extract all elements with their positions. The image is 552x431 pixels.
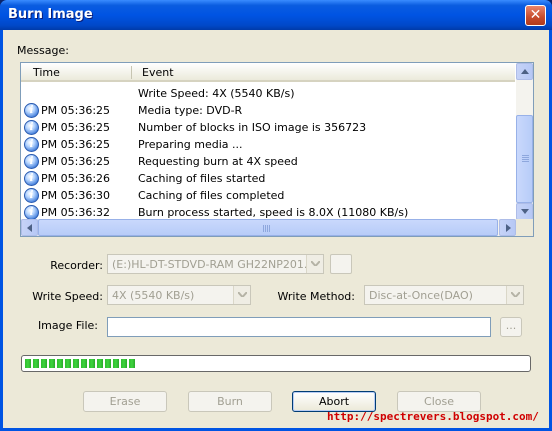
log-row[interactable]: i PM 05:36:25 Number of blocks in ISO imag… bbox=[21, 119, 515, 136]
recorder-label: Recorder: bbox=[50, 259, 103, 272]
log-time: PM 05:36:30 bbox=[41, 189, 111, 202]
log-event: Write Speed: 4X (5540 KB/s) bbox=[138, 87, 295, 100]
time-column-header[interactable]: Time bbox=[33, 66, 60, 79]
vertical-scroll-thumb[interactable] bbox=[516, 115, 533, 203]
write-speed-value: 4X (5540 KB/s) bbox=[112, 289, 195, 302]
recorder-select[interactable]: (E:)HL-DT-STDVD-RAM GH22NP201.04 bbox=[107, 254, 324, 274]
progress-fill bbox=[25, 359, 135, 368]
log-rows: Write Speed: 4X (5540 KB/s) i PM 05:36:25 M… bbox=[21, 85, 515, 221]
watermark-url: http://spectrevers.blogspot.com/ bbox=[327, 410, 539, 423]
scroll-up-button[interactable] bbox=[516, 63, 533, 80]
dialog-body: Message: Time Event Write Speed: 4X (554… bbox=[3, 30, 549, 428]
image-file-label: Image File: bbox=[37, 319, 98, 332]
close-window-button[interactable]: ✕ bbox=[525, 5, 546, 26]
log-header: Time Event bbox=[21, 63, 515, 82]
write-speed-select[interactable]: 4X (5540 KB/s) bbox=[107, 285, 251, 305]
log-event: Caching of files started bbox=[138, 172, 266, 185]
chevron-down-icon bbox=[511, 292, 520, 297]
log-event: Caching of files completed bbox=[138, 189, 285, 202]
scroll-corner bbox=[516, 219, 533, 236]
info-icon: i bbox=[24, 137, 39, 152]
log-row[interactable]: i PM 05:36:25 Requesting burn at 4X speed bbox=[21, 153, 515, 170]
recorder-dropdown-arrow[interactable] bbox=[306, 255, 323, 273]
burn-progress-bar bbox=[21, 355, 531, 372]
scroll-left-button[interactable] bbox=[21, 219, 38, 236]
arrow-up-icon bbox=[521, 69, 529, 74]
abort-button[interactable]: Abort bbox=[292, 391, 376, 412]
log-event: Requesting burn at 4X speed bbox=[138, 155, 298, 168]
write-speed-dropdown-arrow[interactable] bbox=[233, 286, 250, 304]
close-button[interactable]: Close bbox=[397, 391, 481, 412]
info-icon: i bbox=[24, 188, 39, 203]
write-method-select[interactable]: Disc-at-Once(DAO) bbox=[364, 285, 524, 305]
log-event: Burn process started, speed is 8.0X (110… bbox=[138, 206, 409, 219]
vertical-scrollbar[interactable] bbox=[516, 63, 533, 220]
info-icon: i bbox=[24, 120, 39, 135]
arrow-down-icon bbox=[521, 209, 529, 214]
log-time: PM 05:36:25 bbox=[41, 104, 111, 117]
info-icon: i bbox=[24, 154, 39, 169]
log-event: Preparing media ... bbox=[138, 138, 243, 151]
burn-button[interactable]: Burn bbox=[188, 391, 272, 412]
chevron-down-icon bbox=[238, 292, 247, 297]
log-time: PM 05:36:32 bbox=[41, 206, 111, 219]
log-row[interactable]: i PM 05:36:25 Media type: DVD-R bbox=[21, 102, 515, 119]
scroll-down-button[interactable] bbox=[516, 203, 533, 220]
message-label: Message: bbox=[17, 44, 69, 57]
arrow-left-icon bbox=[27, 224, 32, 232]
close-icon: ✕ bbox=[529, 7, 542, 23]
info-icon: i bbox=[24, 103, 39, 118]
window-title: Burn Image bbox=[8, 7, 93, 22]
burn-image-window: Burn Image ✕ Message: Time Event Write S… bbox=[0, 0, 552, 431]
log-time: PM 05:36:25 bbox=[41, 121, 111, 134]
info-icon: i bbox=[24, 171, 39, 186]
scroll-right-button[interactable] bbox=[499, 219, 516, 236]
log-event: Number of blocks in ISO image is 356723 bbox=[138, 121, 367, 134]
arrow-right-icon bbox=[506, 224, 511, 232]
event-column-header[interactable]: Event bbox=[142, 66, 174, 79]
column-separator[interactable] bbox=[131, 66, 132, 79]
info-icon: i bbox=[24, 205, 39, 220]
write-method-value: Disc-at-Once(DAO) bbox=[369, 289, 473, 302]
log-row[interactable]: Write Speed: 4X (5540 KB/s) bbox=[21, 85, 515, 102]
message-log-list[interactable]: Time Event Write Speed: 4X (5540 KB/s) i P… bbox=[20, 62, 534, 237]
log-row[interactable]: i PM 05:36:25 Preparing media ... bbox=[21, 136, 515, 153]
log-time: PM 05:36:25 bbox=[41, 155, 111, 168]
horizontal-scrollbar[interactable] bbox=[21, 219, 533, 236]
recorder-value: (E:)HL-DT-STDVD-RAM GH22NP201.04 bbox=[112, 258, 322, 271]
log-event: Media type: DVD-R bbox=[138, 104, 243, 117]
chevron-down-icon bbox=[311, 261, 320, 266]
browse-button[interactable]: ... bbox=[500, 317, 522, 337]
write-speed-label: Write Speed: bbox=[32, 290, 103, 303]
write-method-label: Write Method: bbox=[277, 290, 356, 303]
horizontal-scroll-thumb[interactable] bbox=[38, 219, 498, 236]
log-time: PM 05:36:25 bbox=[41, 138, 111, 151]
log-time: PM 05:36:26 bbox=[41, 172, 111, 185]
title-bar[interactable]: Burn Image ✕ bbox=[0, 0, 552, 30]
recorder-options-button[interactable] bbox=[330, 254, 352, 274]
erase-button[interactable]: Erase bbox=[83, 391, 167, 412]
log-row[interactable]: i PM 05:36:26 Caching of files started bbox=[21, 170, 515, 187]
image-file-input[interactable] bbox=[107, 317, 491, 337]
log-row[interactable]: i PM 05:36:30 Caching of files completed bbox=[21, 187, 515, 204]
write-method-dropdown-arrow[interactable] bbox=[506, 286, 523, 304]
